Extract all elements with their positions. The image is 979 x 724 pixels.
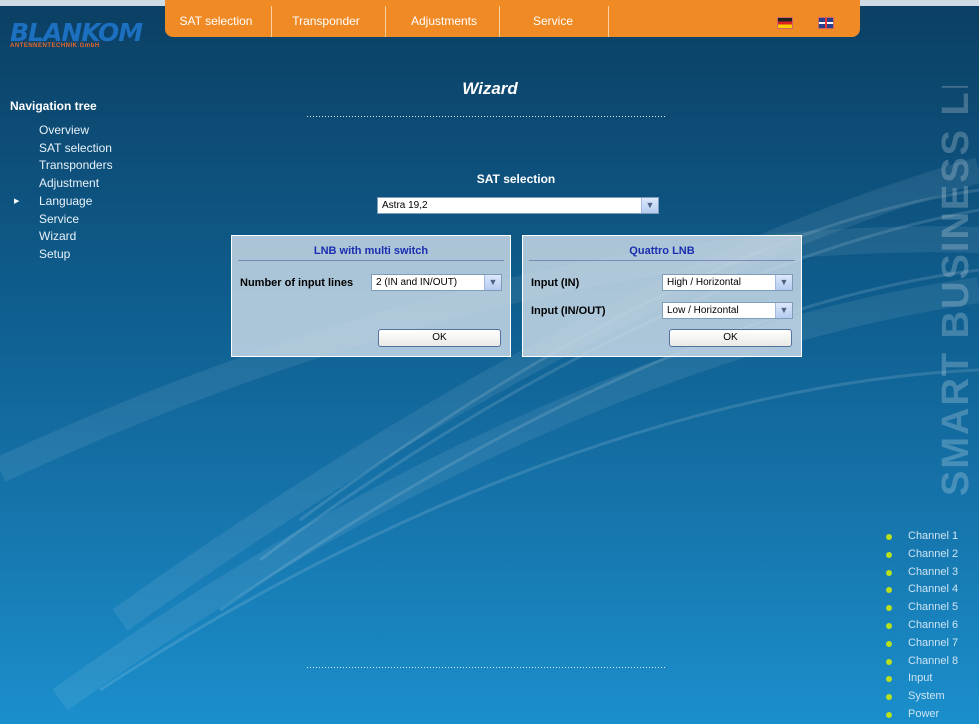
current-item-arrow-icon: ▶ xyxy=(14,198,20,205)
status-row: Channel 4 xyxy=(886,581,958,599)
status-row: Input xyxy=(886,670,958,688)
brand-logo: BLANKOM ANTENNENTECHNIK GmbH xyxy=(10,18,143,49)
lnb-multi-switch-title: LNB with multi switch xyxy=(313,245,429,257)
title-divider xyxy=(307,116,667,117)
side-brand-text: SMART BUSINESS LINE xyxy=(938,86,977,496)
status-led-icon xyxy=(886,658,892,665)
input-lines-value: 2 (IN and IN/OUT) xyxy=(376,277,458,288)
panel-divider xyxy=(238,260,504,261)
status-led-icon xyxy=(886,605,892,612)
status-label: Channel 1 xyxy=(908,530,959,542)
page-title: Wizard xyxy=(462,79,518,98)
quattro-lnb-title: Quattro LNB xyxy=(629,245,695,257)
footer-divider xyxy=(307,667,667,668)
status-row: Channel 2 xyxy=(886,546,958,564)
status-label: Channel 8 xyxy=(908,654,959,667)
status-row: Channel 3 xyxy=(886,564,958,582)
lnb-multi-ok-button[interactable]: OK xyxy=(378,329,501,347)
nav-item-language[interactable]: Language xyxy=(39,193,113,211)
smart-business-line-text: SMART BUSINESS LINE xyxy=(938,86,977,496)
input-lines-dropdown[interactable]: 2 (IN and IN/OUT) ▼ xyxy=(371,274,502,291)
input-inout-value: Low / Horizontal xyxy=(667,305,739,316)
status-row: Channel 6 xyxy=(886,617,958,635)
status-label: System xyxy=(908,690,945,703)
quattro-lnb-panel: Quattro LNB Input (IN) High / Horizontal… xyxy=(522,235,802,357)
input-inout-dropdown[interactable]: Low / Horizontal ▼ xyxy=(662,302,793,319)
tab-divider xyxy=(608,6,609,37)
navigation-tree: Overview SAT selection Transponders Adju… xyxy=(39,122,113,264)
status-led-icon xyxy=(886,640,892,647)
chevron-down-icon: ▼ xyxy=(775,303,792,318)
nav-item-service[interactable]: Service xyxy=(39,211,113,229)
status-label: Power xyxy=(908,707,940,720)
status-led-icon xyxy=(886,569,892,576)
status-row: Channel 5 xyxy=(886,599,958,617)
nav-item-transponders[interactable]: Transponders xyxy=(39,157,113,175)
status-row: Channel 7 xyxy=(886,635,958,653)
status-row: Channel 1 xyxy=(886,528,958,546)
lnb-multi-switch-panel: LNB with multi switch Number of input li… xyxy=(231,235,511,357)
navigation-tree-title: Navigation tree xyxy=(10,99,97,113)
status-led-icon xyxy=(886,622,892,629)
tab-adjustments[interactable]: Adjustments xyxy=(398,6,490,37)
tab-transponder[interactable]: Transponder xyxy=(283,6,369,37)
input-in-label: Input (IN) xyxy=(531,277,580,289)
input-in-dropdown[interactable]: High / Horizontal ▼ xyxy=(662,274,793,291)
status-led-icon xyxy=(886,676,892,683)
tab-service[interactable]: Service xyxy=(512,6,594,37)
chevron-down-icon: ▼ xyxy=(484,275,501,290)
sat-selection-heading: SAT selection xyxy=(476,172,556,186)
chevron-down-icon: ▼ xyxy=(775,275,792,290)
status-label: Channel 2 xyxy=(908,547,959,560)
status-row: Channel 8 xyxy=(886,653,958,671)
nav-item-adjustment[interactable]: Adjustment xyxy=(39,175,113,193)
status-label: Channel 4 xyxy=(908,583,959,596)
tab-divider xyxy=(271,6,272,37)
english-flag-icon[interactable] xyxy=(818,17,834,29)
background-swoosh xyxy=(0,157,979,711)
status-led-icon xyxy=(886,551,892,558)
nav-item-setup[interactable]: Setup xyxy=(39,246,113,264)
tab-sat-selection[interactable]: SAT selection xyxy=(172,6,260,37)
status-label: Channel 6 xyxy=(908,618,959,631)
chevron-down-icon: ▼ xyxy=(641,198,658,213)
status-indicator-list: Channel 1 Channel 2 Channel 3 Channel 4 Chan… xyxy=(886,528,958,724)
status-row: System xyxy=(886,688,958,706)
status-led-icon xyxy=(886,587,892,594)
status-led-icon xyxy=(886,534,892,540)
input-lines-label: Number of input lines xyxy=(240,277,354,289)
input-in-value: High / Horizontal xyxy=(667,277,741,288)
status-row: Power xyxy=(886,706,958,724)
quattro-ok-button[interactable]: OK xyxy=(669,329,792,347)
status-label: Input xyxy=(908,672,933,685)
sat-selection-dropdown[interactable]: Astra 19,2 ▼ xyxy=(377,197,659,214)
german-flag-icon[interactable] xyxy=(777,17,793,29)
status-label: Channel 5 xyxy=(908,601,959,614)
sat-selection-value: Astra 19,2 xyxy=(382,200,428,211)
status-label: Channel 7 xyxy=(908,636,959,649)
tab-divider xyxy=(385,6,386,37)
nav-item-sat-selection[interactable]: SAT selection xyxy=(39,140,113,158)
status-label: Channel 3 xyxy=(908,565,959,578)
status-led-icon xyxy=(886,711,892,718)
nav-item-wizard[interactable]: Wizard xyxy=(39,228,113,246)
panel-divider xyxy=(529,260,795,261)
nav-item-overview[interactable]: Overview xyxy=(39,122,113,140)
input-inout-label: Input (IN/OUT) xyxy=(531,305,606,317)
status-led-icon xyxy=(886,694,892,701)
tab-divider xyxy=(499,6,500,37)
